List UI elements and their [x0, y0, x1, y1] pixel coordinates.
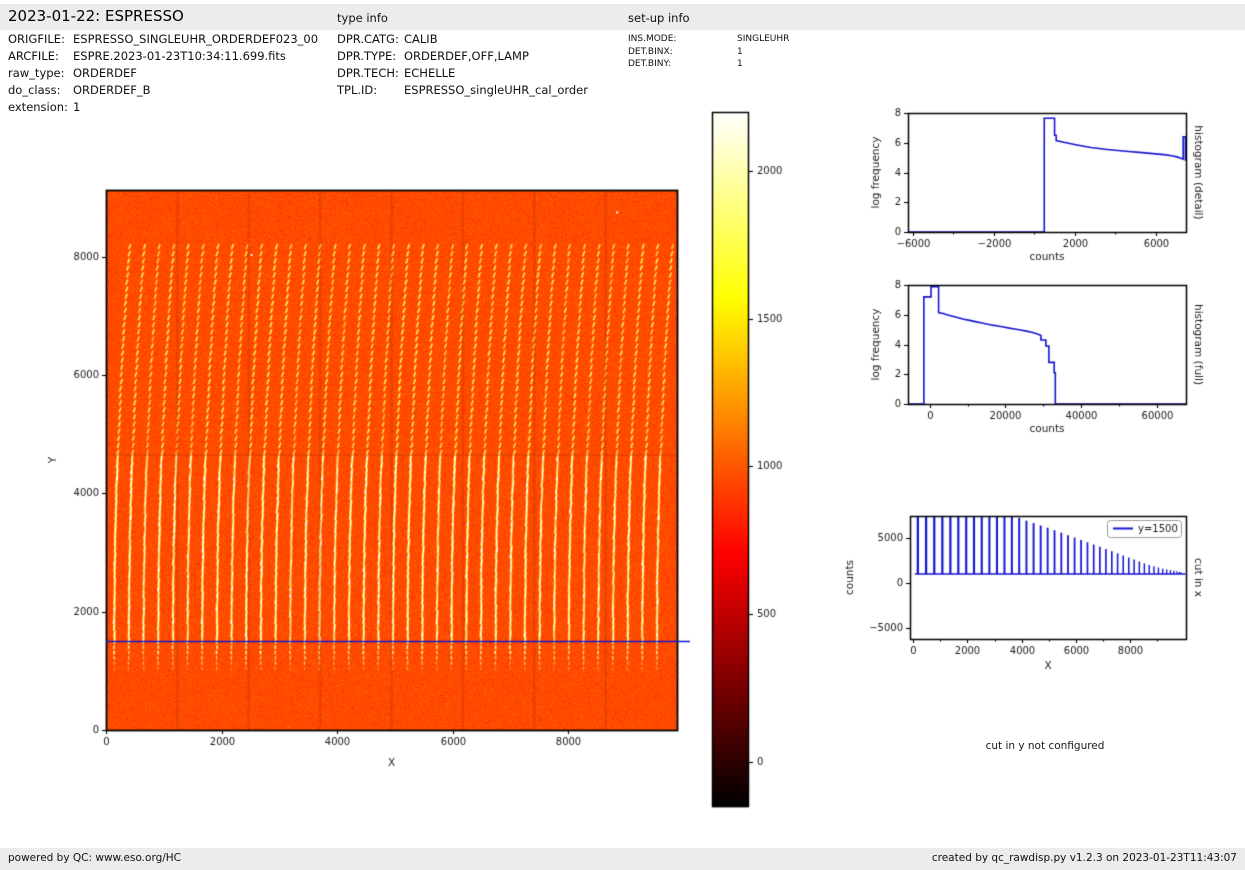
header-strip — [0, 4, 1245, 30]
setup-info-block: INS.MODE: SINGLEUHR DET.BINX: 1 DET.BINY… — [628, 33, 789, 71]
setup-info-row: DET.BINY: 1 — [628, 58, 789, 71]
origfile-label: ORIGFILE: — [8, 32, 65, 46]
type-info-row: TPL.ID: ESPRESSO_singleUHR_cal_order — [337, 82, 588, 99]
raw-type-value: ORDERDEF — [73, 66, 137, 80]
file-info-row: extension: 1 — [8, 99, 318, 116]
file-info-block: ORIGFILE: ESPRESSO_SINGLEUHR_ORDERDEF023… — [8, 31, 318, 116]
file-info-row: raw_type: ORDERDEF — [8, 65, 318, 82]
extension-value: 1 — [73, 100, 81, 114]
type-info-heading: type info — [337, 11, 388, 25]
histogram-detail-plot — [860, 100, 1245, 272]
type-info-row: DPR.TECH: ECHELLE — [337, 65, 588, 82]
file-info-row: ARCFILE: ESPRE.2023-01-23T10:34:11.699.f… — [8, 48, 318, 65]
raw-type-label: raw_type: — [8, 66, 65, 80]
arcfile-value: ESPRE.2023-01-23T10:34:11.699.fits — [73, 49, 286, 63]
dpr-tech-label: DPR.TECH: — [337, 66, 399, 80]
ins-mode-value: SINGLEUHR — [737, 34, 790, 44]
dpr-type-label: DPR.TYPE: — [337, 49, 397, 63]
extension-label: extension: — [8, 100, 68, 114]
dpr-catg-label: DPR.CATG: — [337, 32, 399, 46]
page-title: 2023-01-22: ESPRESSO — [8, 7, 184, 25]
raw-image-plot — [40, 175, 700, 775]
type-info-row: DPR.TYPE: ORDERDEF,OFF,LAMP — [337, 48, 588, 65]
det-binx-value: 1 — [737, 46, 743, 57]
det-biny-value: 1 — [737, 59, 743, 69]
tpl-id-label: TPL.ID: — [337, 83, 378, 97]
do-class-label: do_class: — [8, 83, 61, 97]
do-class-value: ORDERDEF_B — [73, 83, 151, 97]
colorbar — [700, 105, 800, 815]
ins-mode-label: INS.MODE: — [628, 34, 677, 44]
type-info-row: DPR.CATG: CALIB — [337, 31, 588, 48]
origfile-value: ESPRESSO_SINGLEUHR_ORDERDEF023_00 — [73, 32, 319, 46]
setup-info-heading: set-up info — [628, 11, 690, 25]
tpl-id-value: ESPRESSO_singleUHR_cal_order — [404, 83, 588, 97]
det-binx-label: DET.BINX: — [628, 46, 673, 57]
histogram-full-plot — [860, 272, 1245, 444]
file-info-row: do_class: ORDERDEF_B — [8, 82, 318, 99]
footer-created-by: created by qc_rawdisp.py v1.2.3 on 2023-… — [931, 852, 1237, 864]
dpr-catg-value: CALIB — [404, 32, 438, 46]
setup-info-row: DET.BINX: 1 — [628, 46, 789, 59]
dpr-type-value: ORDERDEF,OFF,LAMP — [404, 49, 529, 63]
qc-report-page: 2023-01-22: ESPRESSO type info set-up in… — [0, 0, 1245, 870]
cut-in-y-note: cut in y not configured — [985, 740, 1105, 752]
det-biny-label: DET.BINY: — [628, 59, 671, 69]
setup-info-row: INS.MODE: SINGLEUHR — [628, 33, 789, 46]
arcfile-label: ARCFILE: — [8, 49, 59, 63]
cut-in-x-plot — [830, 503, 1245, 690]
file-info-row: ORIGFILE: ESPRESSO_SINGLEUHR_ORDERDEF023… — [8, 31, 318, 48]
dpr-tech-value: ECHELLE — [404, 66, 456, 80]
type-info-block: DPR.CATG: CALIB DPR.TYPE: ORDERDEF,OFF,L… — [337, 31, 588, 99]
footer-powered-by: powered by QC: www.eso.org/HC — [8, 852, 182, 864]
